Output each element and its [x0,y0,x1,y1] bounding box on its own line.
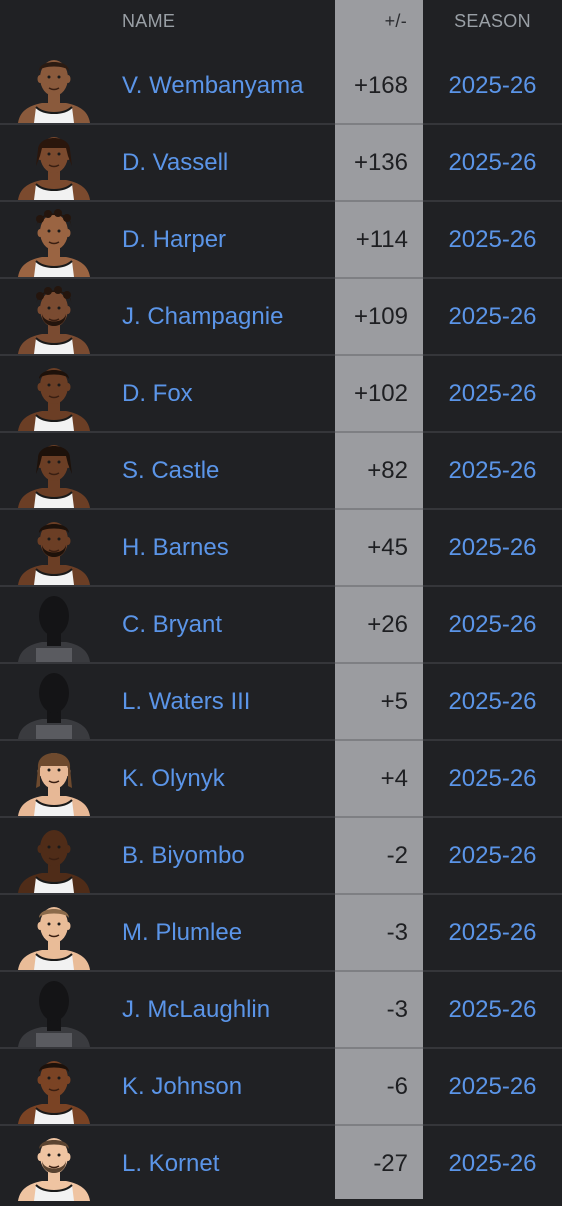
season-link[interactable]: 2025-26 [423,1073,562,1101]
season-link[interactable]: 2025-26 [423,457,562,485]
player-avatar[interactable] [14,665,94,739]
plus-minus-value: +26 [367,611,408,638]
table-header: NAME +/- SEASON [0,0,562,48]
season-link[interactable]: 2025-26 [423,534,562,562]
season-link[interactable]: 2025-26 [423,226,562,254]
player-name-link[interactable]: M. Plumlee [122,919,242,947]
plus-minus-value: +4 [380,765,408,792]
player-name-link[interactable]: S. Castle [122,457,219,485]
table-row[interactable]: D. Vassell +136 2025-26 [0,125,562,202]
table-body: V. Wembanyama +168 2025-26 D. Vassell +136 2… [0,48,562,1203]
player-avatar[interactable] [14,896,94,970]
plus-minus-value: +5 [380,688,408,715]
table-row[interactable]: C. Bryant +26 2025-26 [0,587,562,664]
plus-minus-value: -2 [386,842,408,869]
season-link[interactable]: 2025-26 [423,842,562,870]
player-name-link[interactable]: B. Biyombo [122,842,245,870]
table-row[interactable]: K. Johnson -6 2025-26 [0,1049,562,1126]
table-row[interactable]: B. Biyombo -2 2025-26 [0,818,562,895]
table-row[interactable]: H. Barnes +45 2025-26 [0,510,562,587]
player-avatar[interactable] [14,357,94,431]
table-row[interactable]: M. Plumlee -3 2025-26 [0,895,562,972]
season-column-header[interactable]: SEASON [423,11,562,32]
season-link[interactable]: 2025-26 [423,996,562,1024]
season-link[interactable]: 2025-26 [423,149,562,177]
season-link[interactable]: 2025-26 [423,72,562,100]
table-row[interactable]: J. Champagnie +109 2025-26 [0,279,562,356]
season-link[interactable]: 2025-26 [423,1150,562,1178]
player-avatar[interactable] [14,1127,94,1201]
plus-minus-value: +114 [355,226,408,253]
player-name-link[interactable]: D. Vassell [122,149,228,177]
player-name-link[interactable]: V. Wembanyama [122,72,303,100]
plus-minus-value: +109 [353,303,408,330]
player-name-link[interactable]: D. Fox [122,380,193,408]
player-name-link[interactable]: C. Bryant [122,611,222,639]
player-avatar[interactable] [14,973,94,1047]
table-row[interactable]: V. Wembanyama +168 2025-26 [0,48,562,125]
season-link[interactable]: 2025-26 [423,303,562,331]
player-avatar[interactable] [14,588,94,662]
plus-minus-value: +45 [367,534,408,561]
season-link[interactable]: 2025-26 [423,919,562,947]
plus-minus-value: +168 [353,72,408,99]
season-link[interactable]: 2025-26 [423,688,562,716]
player-avatar[interactable] [14,819,94,893]
plus-minus-value: +82 [367,457,408,484]
plus-minus-value: -3 [386,919,408,946]
player-name-link[interactable]: J. Champagnie [122,303,283,331]
player-avatar[interactable] [14,1050,94,1124]
plus-minus-value: +136 [353,149,408,176]
player-avatar[interactable] [14,434,94,508]
plus-minus-value: -3 [386,996,408,1023]
player-avatar[interactable] [14,280,94,354]
plus-minus-value: -6 [386,1073,408,1100]
player-stats-table: NAME +/- SEASON V. Wembanyama +168 2025-26… [0,0,562,1201]
player-name-link[interactable]: H. Barnes [122,534,229,562]
table-row[interactable]: D. Fox +102 2025-26 [0,356,562,433]
table-row[interactable]: K. Olynyk +4 2025-26 [0,741,562,818]
player-name-link[interactable]: K. Johnson [122,1073,242,1101]
table-row[interactable]: S. Castle +82 2025-26 [0,433,562,510]
table-row[interactable]: J. McLaughlin -3 2025-26 [0,972,562,1049]
player-avatar[interactable] [14,511,94,585]
table-row[interactable]: D. Harper +114 2025-26 [0,202,562,279]
player-avatar[interactable] [14,49,94,123]
plus-minus-value: -27 [373,1150,408,1177]
plus-minus-column-header[interactable]: +/- [335,11,407,32]
table-row[interactable]: L. Waters III +5 2025-26 [0,664,562,741]
plus-minus-value: +102 [353,380,408,407]
season-link[interactable]: 2025-26 [423,765,562,793]
name-column-header[interactable]: NAME [122,11,175,32]
player-avatar[interactable] [14,126,94,200]
table-row[interactable]: L. Kornet -27 2025-26 [0,1126,562,1203]
season-link[interactable]: 2025-26 [423,611,562,639]
player-name-link[interactable]: D. Harper [122,226,226,254]
player-name-link[interactable]: K. Olynyk [122,765,225,793]
player-avatar[interactable] [14,203,94,277]
player-name-link[interactable]: L. Kornet [122,1150,219,1178]
player-avatar[interactable] [14,742,94,816]
player-name-link[interactable]: L. Waters III [122,688,250,716]
player-name-link[interactable]: J. McLaughlin [122,996,270,1024]
season-link[interactable]: 2025-26 [423,380,562,408]
